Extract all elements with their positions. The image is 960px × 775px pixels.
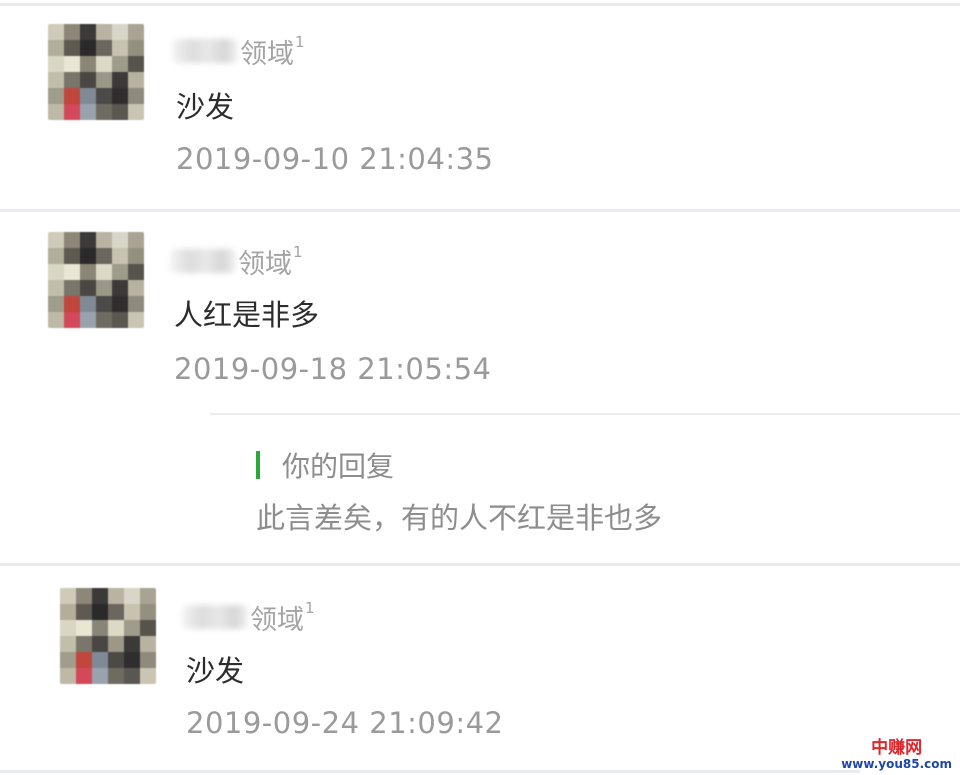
comment-time: 2019-09-10 21:04:35 [176, 142, 494, 176]
blurred-username [172, 39, 238, 63]
author-name-suffix: 领域 [250, 604, 304, 636]
reply-label: 你的回复 [282, 450, 395, 483]
author-level: 1 [305, 599, 315, 617]
comment-text: 人红是非多 [174, 298, 320, 332]
reply-block: 你的回复 此言差矣，有的人不红是非也多 [210, 413, 960, 565]
reply-accent-bar [256, 451, 260, 479]
watermark-url: www.you85.com [841, 756, 952, 771]
comment-author[interactable]: 领域 1 [170, 243, 303, 280]
watermark-name: 中赚网 [871, 738, 923, 759]
reply-header: 你的回复 [256, 445, 394, 485]
author-name-suffix: 领域 [238, 248, 292, 280]
blurred-username [170, 249, 236, 273]
site-watermark-logo: 中赚网 www.you85.com [841, 739, 952, 771]
reply-text: 此言差矣，有的人不红是非也多 [256, 501, 663, 535]
avatar[interactable] [60, 588, 156, 684]
comment-time: 2019-09-24 21:09:42 [186, 706, 504, 740]
avatar[interactable] [48, 232, 144, 328]
avatar[interactable] [48, 24, 144, 120]
blurred-username [182, 605, 248, 629]
comment-author[interactable]: 领域 1 [172, 33, 305, 70]
author-level: 1 [293, 243, 303, 261]
comment-text: 沙发 [186, 654, 245, 688]
comment-author[interactable]: 领域 1 [182, 599, 315, 636]
comment-item: 领域 1 沙发 2019-09-10 21:04:35 [0, 0, 960, 210]
comment-item: 领域 1 沙发 2019-09-24 21:09:42 [0, 568, 960, 770]
divider [0, 563, 960, 566]
divider-bottom [0, 770, 860, 773]
comment-text: 沙发 [176, 90, 235, 124]
author-name-suffix: 领域 [240, 38, 294, 70]
author-level: 1 [295, 33, 305, 51]
comment-time: 2019-09-18 21:05:54 [174, 352, 492, 386]
